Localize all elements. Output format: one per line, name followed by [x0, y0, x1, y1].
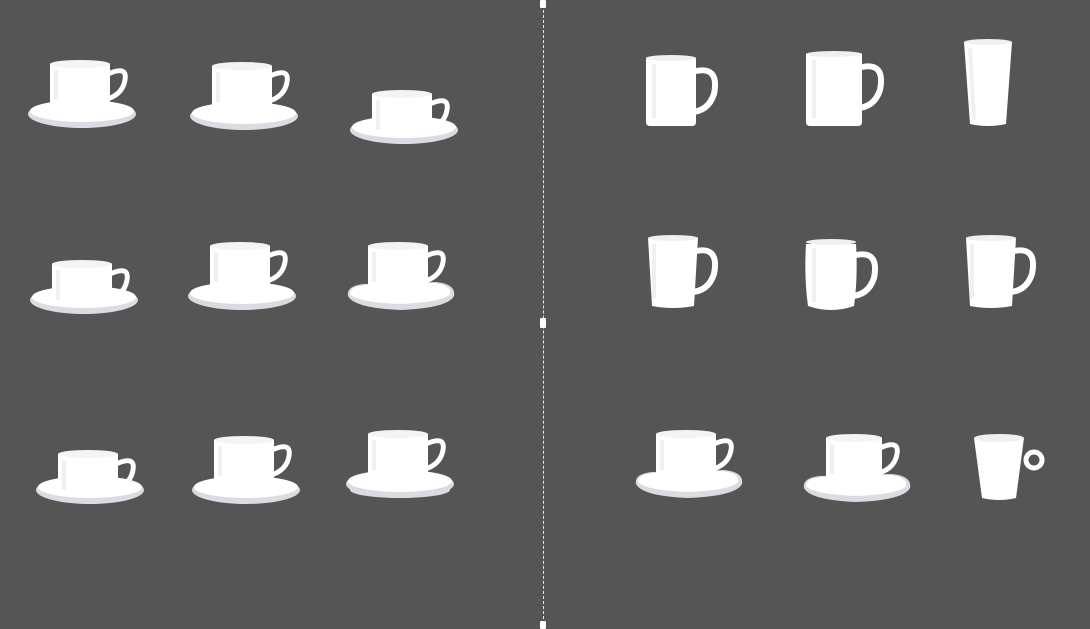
- mug-1[interactable]: [634, 54, 728, 134]
- cup-with-saucer-4[interactable]: [28, 242, 144, 322]
- divider-handle-top[interactable]: [540, 0, 546, 8]
- cup-with-saucer-3[interactable]: [348, 72, 464, 152]
- mug-icon: [634, 234, 728, 314]
- coffee-cup-icon: [188, 58, 304, 138]
- mug-2[interactable]: [794, 50, 894, 134]
- tumbler[interactable]: [952, 38, 1022, 130]
- divider-handle-bottom[interactable]: [540, 621, 546, 629]
- coffee-cup-icon: [962, 432, 1052, 504]
- coffee-cup-icon: [186, 238, 302, 318]
- cup-with-saucer-9[interactable]: [344, 426, 460, 506]
- cup-with-saucer-5[interactable]: [186, 238, 302, 318]
- coffee-cup-icon: [190, 432, 306, 512]
- cup-with-saucer-2[interactable]: [188, 58, 304, 138]
- cup-with-saucer-7[interactable]: [34, 432, 150, 512]
- cup-with-saucer-10[interactable]: [632, 426, 748, 506]
- tumbler-icon: [952, 38, 1022, 130]
- cup-gallery-canvas: [0, 0, 1090, 629]
- mug-3[interactable]: [634, 234, 728, 314]
- divider-handle-middle[interactable]: [540, 318, 546, 328]
- coffee-cup-icon: [34, 432, 150, 512]
- mug-icon: [794, 50, 894, 134]
- coffee-cup-icon: [800, 430, 916, 510]
- mug-icon: [794, 238, 888, 318]
- coffee-cup-icon: [344, 426, 460, 506]
- mug-icon: [634, 54, 728, 134]
- mug-5[interactable]: [952, 234, 1046, 314]
- coffee-cup-icon: [344, 238, 460, 318]
- cup-with-saucer-8[interactable]: [190, 432, 306, 512]
- cup-with-saucer-6[interactable]: [344, 238, 460, 318]
- mug-4[interactable]: [794, 238, 888, 318]
- panel-divider[interactable]: [543, 0, 544, 629]
- coffee-cup-icon: [28, 242, 144, 322]
- coffee-cup-icon: [348, 72, 464, 152]
- coffee-cup-icon: [26, 56, 142, 136]
- cup-with-saucer-11[interactable]: [800, 430, 916, 510]
- coffee-cup-icon: [632, 426, 748, 506]
- cone-cup[interactable]: [962, 432, 1052, 504]
- mug-icon: [952, 234, 1046, 314]
- cup-with-saucer-1[interactable]: [26, 56, 142, 136]
